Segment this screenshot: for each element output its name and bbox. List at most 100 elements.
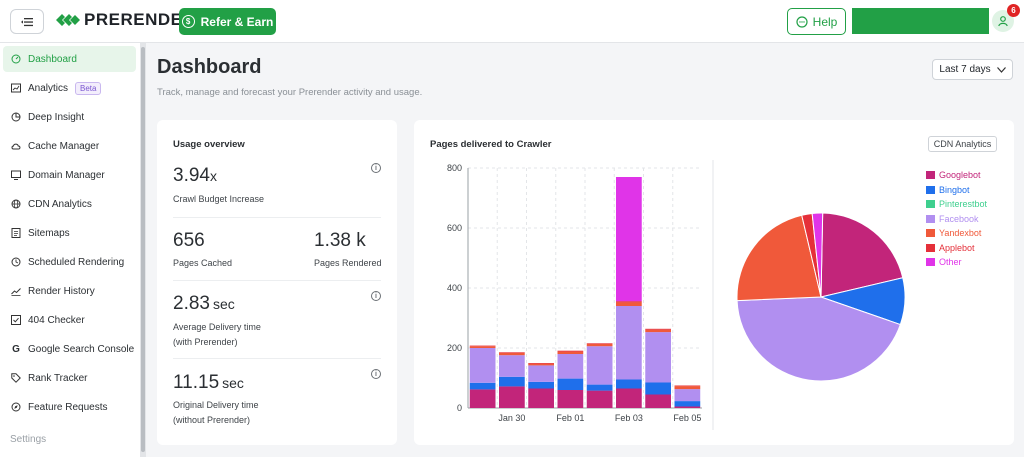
brand-logo[interactable]: PRERENDER [56, 10, 195, 30]
bar-segment [586, 343, 613, 347]
bar-segment [674, 406, 701, 408]
sidebar-item-scheduled-rendering[interactable]: Scheduled Rendering [3, 249, 136, 275]
cloud-icon [11, 141, 21, 151]
legend-item[interactable]: Other [926, 255, 987, 270]
avg-delivery-label: Average Delivery time (with Prerender) [173, 320, 261, 350]
pages-rendered-value: 1.38 k [314, 230, 366, 251]
pie-icon [11, 112, 21, 122]
divider [173, 358, 381, 359]
date-range-select[interactable]: Last 7 days [932, 59, 1013, 80]
sidebar-scrollbar[interactable] [140, 43, 146, 457]
date-range-label: Last 7 days [939, 64, 991, 75]
divider [173, 217, 381, 218]
legend-item[interactable]: Yandexbot [926, 226, 987, 241]
sidebar-item-label: Cache Manager [28, 140, 100, 152]
legend-label: Applebot [939, 242, 975, 253]
orig-delivery-info-icon[interactable]: i [371, 369, 381, 379]
history-icon [11, 286, 21, 296]
crawl-budget-info-icon[interactable]: i [371, 163, 381, 173]
sidebar-item-404-checker[interactable]: 404 Checker [3, 307, 136, 333]
bar-segment [645, 332, 671, 383]
sidebar-item-analytics[interactable]: Analytics Beta [3, 75, 136, 101]
monitor-icon [11, 170, 21, 180]
legend-item[interactable]: Bingbot [926, 183, 987, 198]
avg-delivery-label-line: Average Delivery time [173, 322, 261, 332]
help-label: Help [812, 14, 838, 29]
sidebar-toggle-button[interactable] [10, 9, 44, 34]
legend-item[interactable]: Pinterestbot [926, 197, 987, 212]
chart-icon [11, 83, 21, 93]
bar-segment [469, 346, 496, 348]
notification-badge[interactable]: 6 [1007, 4, 1020, 17]
globe-icon [11, 199, 21, 209]
google-icon: G [12, 343, 20, 355]
bar-segment [469, 382, 496, 390]
bar-segment [586, 346, 613, 385]
legend-item[interactable]: Applebot [926, 241, 987, 256]
bar-segment [674, 385, 701, 387]
bar-segment [616, 177, 642, 302]
avg-delivery-label-line: (with Prerender) [173, 337, 238, 347]
bar-segment [645, 394, 671, 408]
bar-segment [528, 381, 554, 389]
scrollbar-thumb[interactable] [141, 47, 145, 452]
bar-segment [616, 301, 642, 303]
sidebar-item-sitemaps[interactable]: Sitemaps [3, 220, 136, 246]
orig-delivery-label-line: (without Prerender) [173, 415, 251, 425]
bar-segment [499, 376, 525, 387]
bar-segment [469, 345, 496, 347]
sidebar-item-render-history[interactable]: Render History [3, 278, 136, 304]
orig-delivery-value: 11.15 sec [173, 372, 244, 394]
bar-segment [528, 365, 554, 382]
settings-section-label: Settings [10, 434, 47, 445]
chevron-down-icon [996, 66, 1006, 73]
legend-label: Bingbot [939, 184, 970, 195]
sidebar-item-label: Analytics [28, 82, 69, 94]
bar-segment [557, 354, 584, 379]
usage-overview-card: Usage overview 3.94x Crawl Budget Increa… [157, 120, 397, 445]
bar-segment [674, 386, 701, 390]
bar-segment [528, 363, 554, 364]
avg-delivery-info-icon[interactable]: i [371, 291, 381, 301]
pages-rendered-label: Pages Rendered [314, 258, 382, 268]
help-button[interactable]: Help [787, 8, 846, 35]
divider [173, 280, 381, 281]
bar-segment [469, 389, 496, 408]
legend-label: Googlebot [939, 170, 981, 181]
sidebar-item-cdn-analytics[interactable]: CDN Analytics [3, 191, 136, 217]
bar-segment [674, 389, 701, 402]
orig-delivery-label-line: Original Delivery time [173, 400, 259, 410]
x-tick-label: Feb 01 [556, 413, 584, 423]
crawl-budget-number: 3.94 [173, 165, 210, 186]
sidebar-item-rank-tracker[interactable]: Rank Tracker [3, 365, 136, 391]
pages-delivered-card: Pages delivered to Crawler CDN Analytics… [414, 120, 1014, 445]
sidebar-item-domain-manager[interactable]: Domain Manager [3, 162, 136, 188]
page-title: Dashboard [157, 56, 262, 78]
sidebar-item-label: Sitemaps [28, 227, 70, 239]
avg-delivery-number: 2.83 [173, 293, 210, 314]
refer-earn-label: Refer & Earn [200, 14, 274, 29]
avg-delivery-unit: sec [212, 296, 235, 312]
dollar-coin-icon: $ [181, 15, 195, 28]
clock-icon [11, 257, 21, 267]
sidebar-item-label: Scheduled Rendering [28, 256, 125, 268]
legend-item[interactable]: Googlebot [926, 168, 987, 183]
sidebar-item-dashboard[interactable]: Dashboard [3, 46, 136, 72]
y-tick-label: 400 [447, 283, 462, 293]
legend-swatch [926, 214, 935, 223]
sidebar-item-feature-requests[interactable]: Feature Requests [3, 394, 136, 420]
account-banner[interactable] [852, 8, 989, 34]
legend-item[interactable]: Facebook [926, 212, 987, 227]
sidebar-item-label: Dashboard [28, 53, 77, 65]
refer-earn-button[interactable]: $ Refer & Earn [179, 8, 276, 35]
sidebar-item-google-search-console[interactable]: G Google Search Console [3, 336, 136, 362]
sidebar-item-label: CDN Analytics [28, 198, 92, 210]
sidebar-item-deep-insight[interactable]: Deep Insight [3, 104, 136, 130]
bar-segment [499, 352, 525, 353]
sidebar-item-cache-manager[interactable]: Cache Manager [3, 133, 136, 159]
top-bar: PRERENDER $ Refer & Earn Help 6 [0, 0, 1024, 43]
compass-icon [11, 402, 21, 412]
crawler-charts: 0 200 400 600 800 Jan 30 Feb 01 Feb 03 Feb 05 [447, 160, 906, 430]
y-tick-label: 200 [447, 343, 462, 353]
legend-swatch [926, 243, 935, 252]
